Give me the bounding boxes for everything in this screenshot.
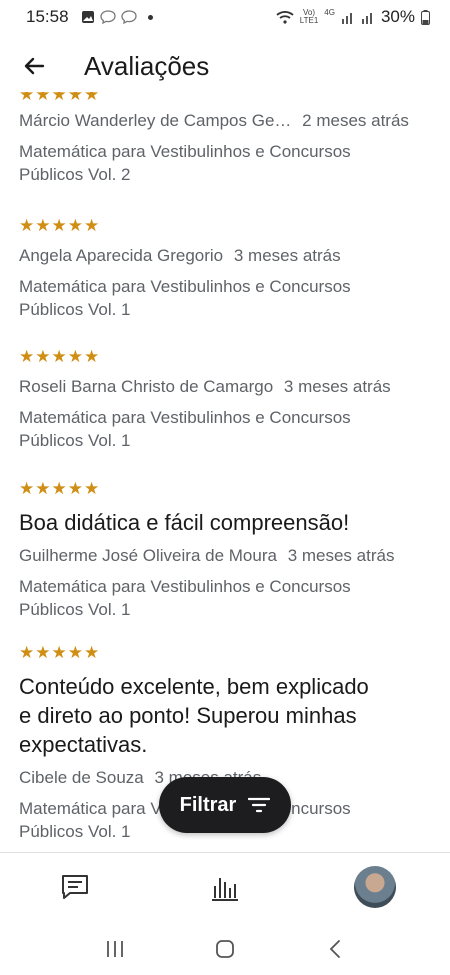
review-author: Guilherme José Oliveira de Moura [19,546,277,565]
review-title-line: e direto ao ponto! Superou minhas [19,703,357,728]
book-title-line: Matemática para Vestibulinhos e Concurso… [19,277,351,296]
chat-bubble-icon [120,10,137,24]
system-back-button[interactable] [313,927,357,971]
book-title[interactable]: Matemática para Vestibulinhos e Concurso… [19,275,439,321]
star-rating: ★★★★★ [19,216,101,235]
home-icon [216,939,234,958]
reviews-list[interactable]: ★★★★★ Márcio Wanderley de Campos Ge… 2 m… [0,92,450,852]
book-title[interactable]: Matemática para Vestibulinhos e Concurso… [19,575,439,621]
book-title-line: Públicos Vol. 1 [19,431,131,450]
signal-icon [341,12,352,24]
review-title-line: Conteúdo excelente, bem explicado [19,674,369,699]
review-author: Roseli Barna Christo de Camargo [19,377,274,396]
page-title: Avaliações [84,50,210,81]
battery-icon [421,9,430,25]
signal-icon [361,12,372,24]
battery-percent: 30% [380,7,415,26]
network-type-label: 4G [324,8,335,17]
review-date: 3 meses atrás [287,546,395,565]
book-title-line: Matemática para Vestibulinhos e Concurso… [19,577,351,596]
review-author: Angela Aparecida Gregorio [19,246,224,265]
avatar [354,866,396,908]
review-title: Conteúdo excelente, bem explicado e dire… [19,672,439,759]
system-navigation [0,922,450,975]
star-rating: ★★★★★ [19,92,101,104]
lte-label: LTE1 [299,16,319,25]
nav-comments[interactable] [53,865,97,909]
book-title-line: Públicos Vol. 1 [19,600,131,619]
review-author: Márcio Wanderley de Campos Ge… [19,111,292,130]
star-rating: ★★★★★ [19,643,101,662]
back-button[interactable] [12,44,56,88]
review-title-line: expectativas. [19,732,148,757]
review-item: ★★★★★ Boa didática e fácil compreensão! … [19,480,439,621]
stats-icon [212,878,238,901]
chat-bubble-icon [99,10,116,24]
review-item: ★★★★★ Márcio Wanderley de Campos Ge… 2 m… [19,92,439,186]
review-date: 3 meses atrás [233,246,341,265]
review-item: ★★★★★ Angela Aparecida Gregorio 3 meses … [19,217,439,321]
gallery-icon [81,11,94,23]
recents-icon [107,940,123,957]
filter-icon [248,797,271,813]
comments-icon [62,875,88,899]
book-title[interactable]: Matemática para Vestibulinhos e Concurso… [19,406,439,452]
filter-button[interactable]: Filtrar [159,777,291,833]
book-title-line: Matemática para Vestibulinhos e Concurso… [19,408,351,427]
bottom-navigation [0,852,450,922]
star-rating: ★★★★★ [19,479,101,498]
review-date: 2 meses atrás [302,111,409,130]
review-item: ★★★★★ Roseli Barna Christo de Camargo 3 … [19,348,439,452]
recents-button[interactable] [93,927,137,971]
status-time: 15:58 [26,7,69,26]
review-title: Boa didática e fácil compreensão! [19,510,350,535]
nav-stats[interactable] [203,865,247,909]
review-author: Cibele de Souza [19,768,144,787]
filter-label: Filtrar [179,793,237,816]
book-title[interactable]: Matemática para Vestibulinhos e Concurso… [19,140,439,186]
arrow-left-icon [24,57,45,75]
notification-dot-icon [147,14,153,20]
chevron-left-icon [329,939,340,958]
book-title-line: Matemática para Vestibulinhos e Concurso… [19,142,351,161]
review-date: 3 meses atrás [283,377,391,396]
status-bar: 15:58 Vo) LTE1 4G 30% [0,0,450,34]
home-button[interactable] [203,927,247,971]
book-title-line: Públicos Vol. 2 [19,165,131,184]
wifi-icon [276,11,294,24]
book-title-line: Públicos Vol. 1 [19,300,131,319]
app-bar: Avaliações [0,34,450,98]
nav-profile[interactable] [353,865,397,909]
star-rating: ★★★★★ [19,347,101,366]
